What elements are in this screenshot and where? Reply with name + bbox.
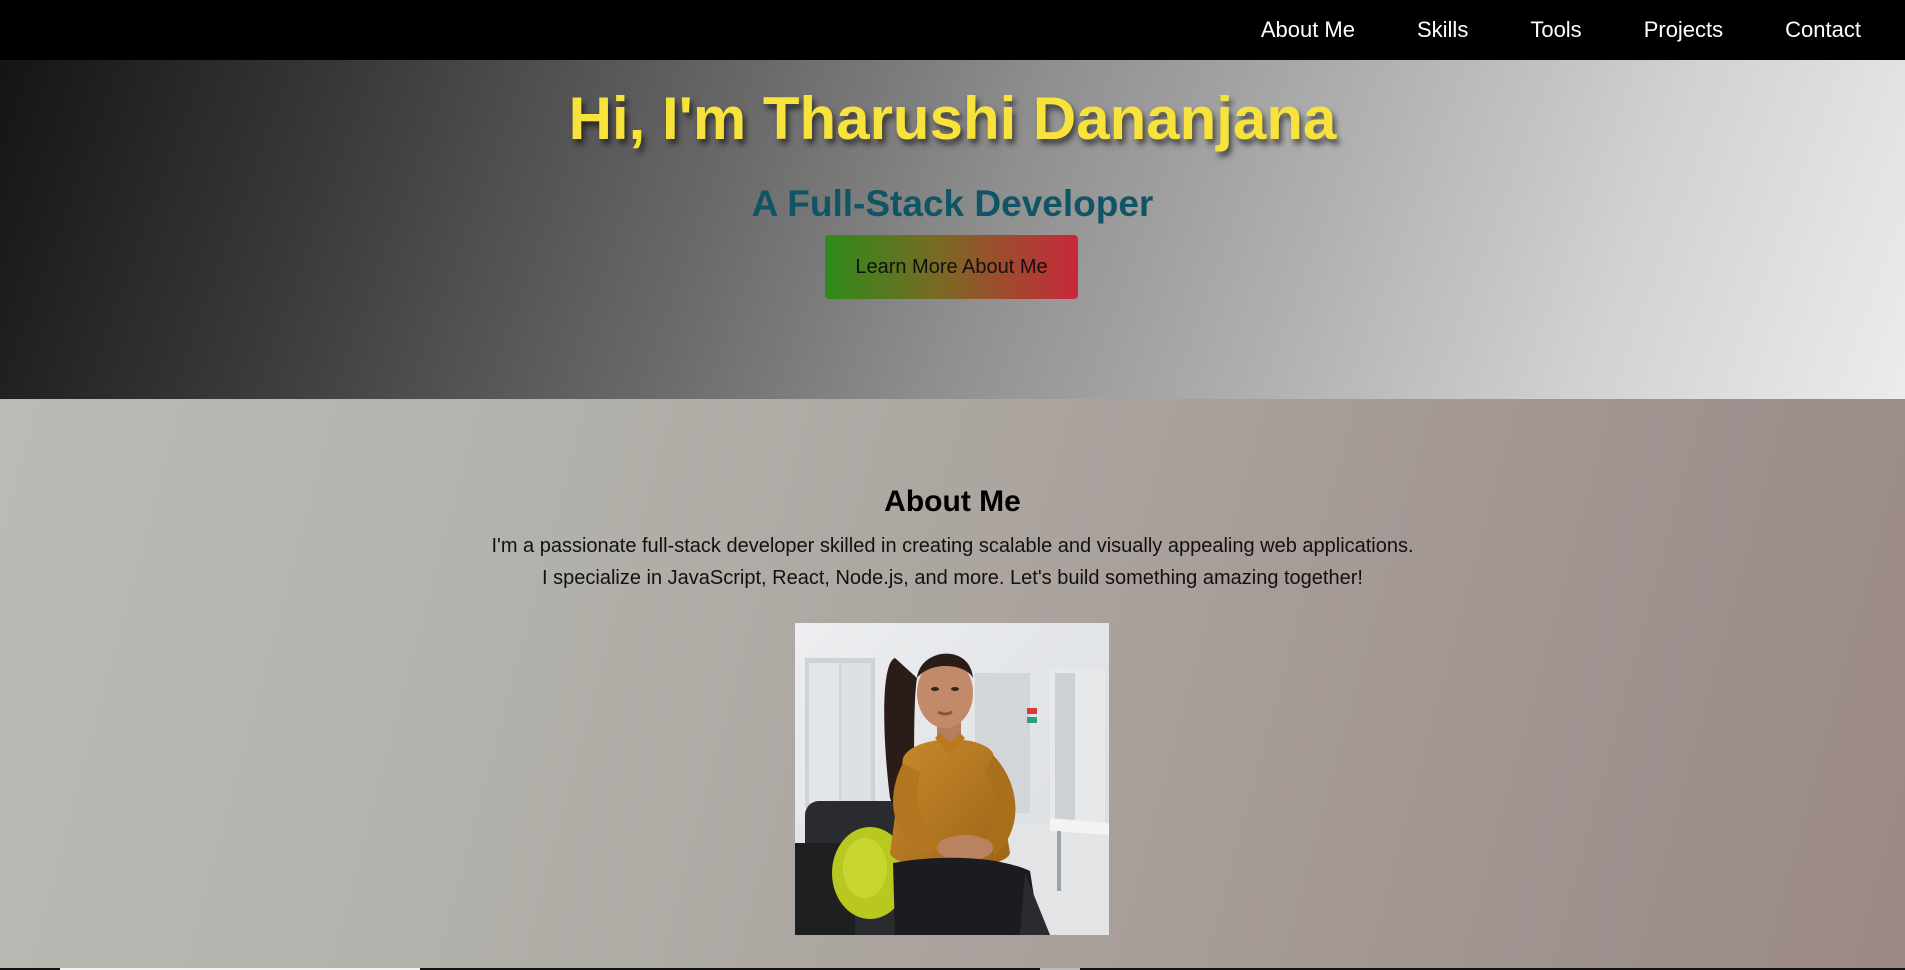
about-line-2: I specialize in JavaScript, React, Node.… [542,567,1363,589]
profile-photo [795,623,1109,935]
about-description: I'm a passionate full-stack developer sk… [0,530,1905,594]
hero-title: Hi, I'm Tharushi Dananjana [568,85,1337,152]
nav-link-skills[interactable]: Skills [1417,17,1468,43]
nav-link-contact[interactable]: Contact [1785,17,1861,43]
nav-link-projects[interactable]: Projects [1644,17,1723,43]
portfolio-page: About Me Skills Tools Projects Contact H… [0,0,1905,970]
profile-photo-illustration [795,623,1109,935]
about-line-1: I'm a passionate full-stack developer sk… [491,535,1414,557]
learn-more-button[interactable]: Learn More About Me [825,235,1078,299]
nav-links: About Me Skills Tools Projects Contact [1199,0,1861,60]
nav-link-about-me[interactable]: About Me [1261,17,1355,43]
hero-subtitle: A Full-Stack Developer [751,183,1154,224]
nav-link-tools[interactable]: Tools [1530,17,1581,43]
about-section: About Me I'm a passionate full-stack dev… [0,399,1905,970]
hero-section: Hi, I'm Tharushi Dananjana A Full-Stack … [0,60,1905,399]
about-heading: About Me [884,485,1021,518]
top-navbar: About Me Skills Tools Projects Contact [0,0,1905,60]
